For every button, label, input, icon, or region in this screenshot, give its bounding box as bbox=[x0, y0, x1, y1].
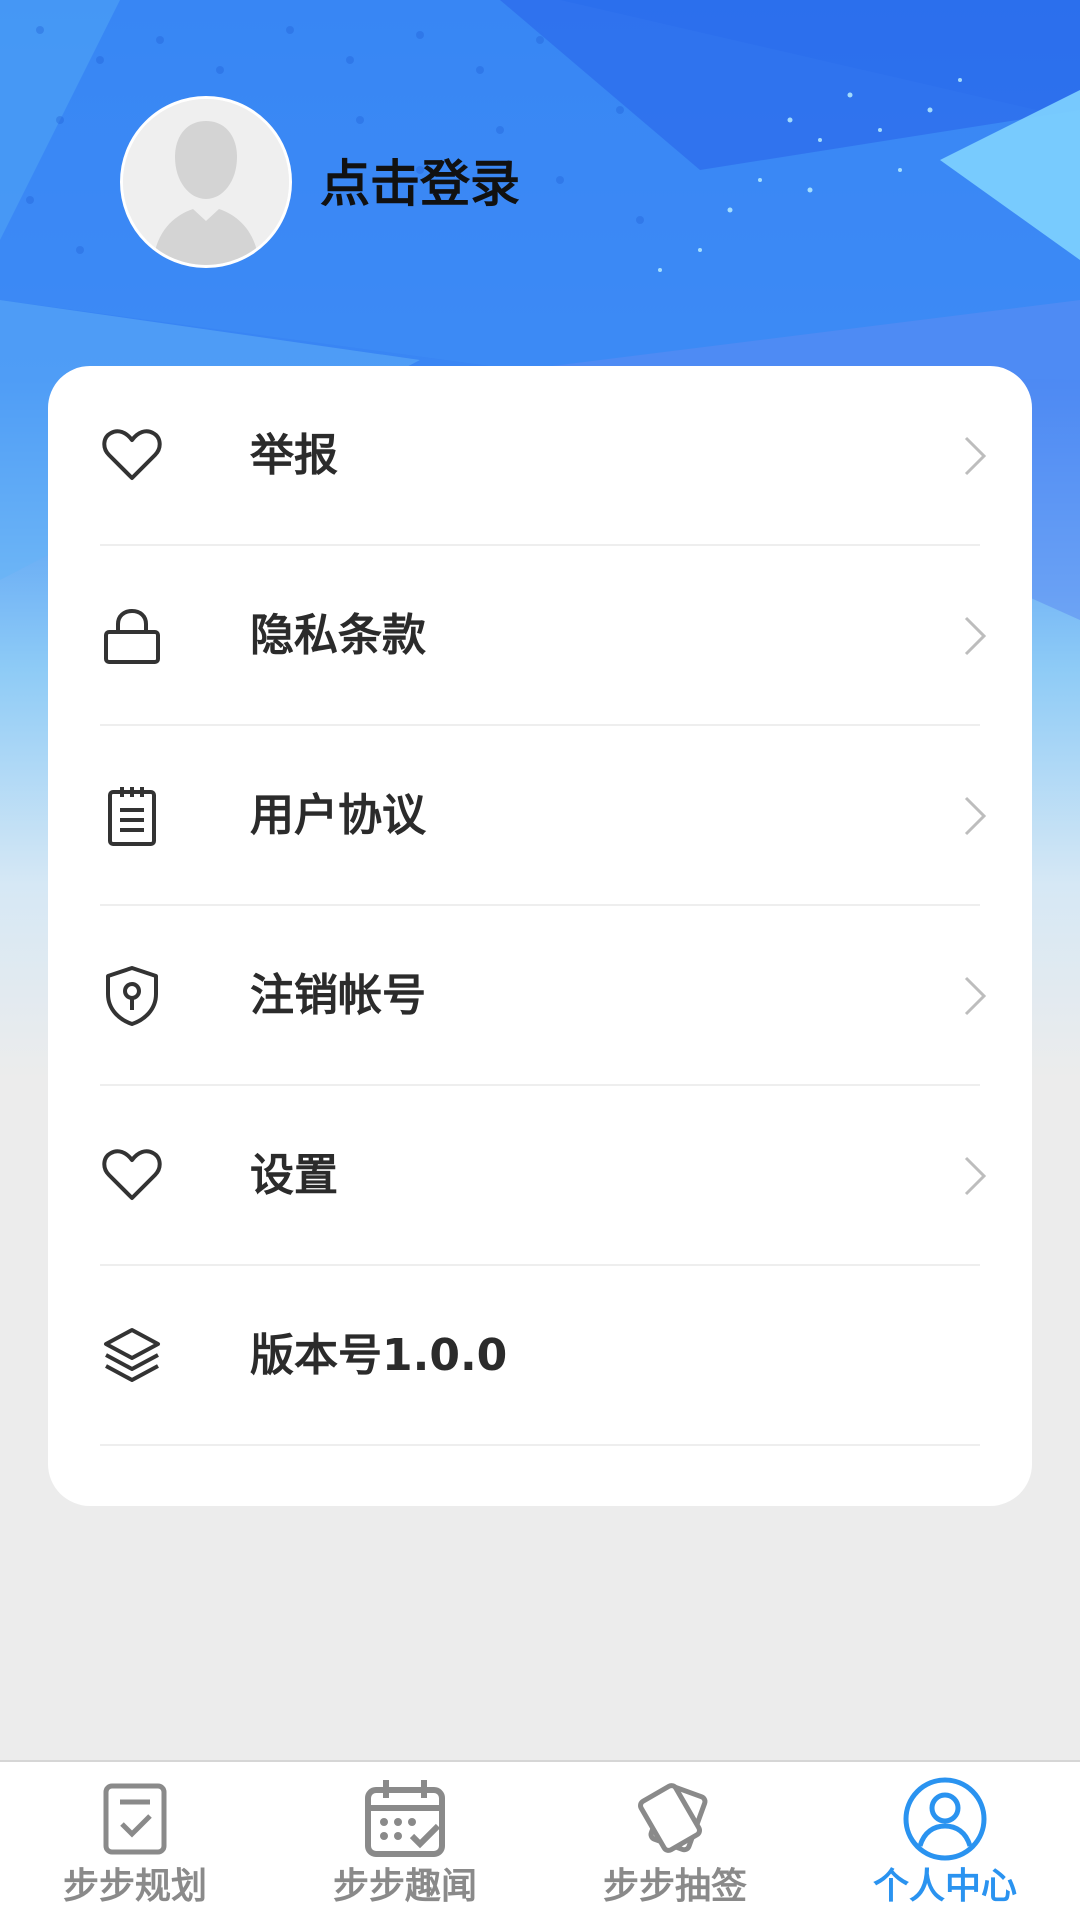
menu-item-user-agreement[interactable]: 用户协议 bbox=[100, 726, 987, 906]
chevron-right-icon bbox=[964, 616, 987, 656]
login-link[interactable]: 点击登录 bbox=[320, 148, 520, 220]
menu-card: 举报 隐私条款 用户协议 注销帐号 设置 版本号1.0.0 bbox=[48, 366, 1032, 1506]
avatar[interactable] bbox=[120, 96, 292, 268]
menu-item-label: 注销帐号 bbox=[250, 970, 426, 1021]
bag-icon bbox=[104, 608, 160, 664]
calendar-icon bbox=[365, 1780, 445, 1857]
shield-keyhole-icon bbox=[106, 966, 158, 1026]
document-icon bbox=[108, 787, 156, 846]
heart-icon bbox=[102, 429, 162, 480]
menu-item-privacy[interactable]: 隐私条款 bbox=[100, 546, 987, 726]
cards-icon bbox=[638, 1783, 708, 1853]
tab-label: 步步抽签 bbox=[602, 1866, 747, 1907]
chevron-right-icon bbox=[964, 976, 987, 1016]
menu-item-report[interactable]: 举报 bbox=[100, 366, 987, 546]
version-label: 版本号1.0.0 bbox=[250, 1330, 508, 1381]
tab-label: 步步趣闻 bbox=[332, 1866, 477, 1907]
tab-draw-lots[interactable]: 步步抽签 bbox=[540, 1762, 810, 1920]
default-avatar-icon bbox=[123, 99, 289, 265]
tab-label: 步步规划 bbox=[62, 1866, 207, 1907]
menu-item-label: 隐私条款 bbox=[250, 610, 426, 661]
menu-item-label: 举报 bbox=[250, 430, 338, 481]
heart-icon bbox=[102, 1149, 162, 1200]
tab-profile[interactable]: 个人中心 bbox=[810, 1762, 1080, 1920]
menu-item-label: 用户协议 bbox=[250, 790, 426, 841]
tab-label: 个人中心 bbox=[872, 1866, 1017, 1907]
chevron-right-icon bbox=[964, 796, 987, 836]
menu-item-version: 版本号1.0.0 bbox=[100, 1266, 980, 1446]
menu-item-settings[interactable]: 设置 bbox=[100, 1086, 987, 1266]
checklist-icon bbox=[103, 1783, 167, 1855]
bottom-tab-bar: 步步规划 步步趣闻 步步抽签 个人中心 bbox=[0, 1760, 1080, 1920]
menu-item-label: 设置 bbox=[250, 1150, 338, 1201]
chevron-right-icon bbox=[964, 436, 987, 476]
chevron-right-icon bbox=[964, 1156, 987, 1196]
user-circle-icon bbox=[903, 1777, 987, 1861]
tab-fun-news[interactable]: 步步趣闻 bbox=[270, 1762, 540, 1920]
layers-icon bbox=[104, 1328, 160, 1382]
menu-item-delete-account[interactable]: 注销帐号 bbox=[100, 906, 987, 1086]
tab-planning[interactable]: 步步规划 bbox=[0, 1762, 270, 1920]
